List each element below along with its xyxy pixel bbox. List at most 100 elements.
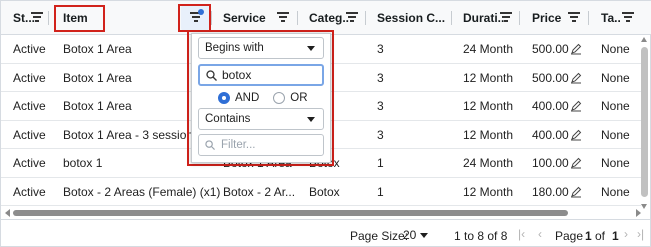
column-separator[interactable]	[588, 11, 589, 25]
edit-pencil-icon[interactable]	[570, 157, 582, 169]
cell-service: Botox - 2 Ar...	[223, 184, 296, 199]
search-icon	[205, 140, 215, 150]
column-separator[interactable]	[365, 11, 366, 25]
scroll-down-arrow-icon[interactable]	[641, 204, 647, 209]
cell-status: Active	[13, 42, 46, 56]
table-row[interactable]: Active Botox - 2 Areas (Female) (x1) Bot…	[1, 178, 641, 206]
cell-price: 400.00	[532, 127, 569, 142]
filter-value-2-input[interactable]: Filter...	[198, 134, 324, 156]
previous-page-icon[interactable]: ‹	[538, 228, 542, 240]
cell-sessions: 3	[377, 42, 384, 56]
edit-pencil-icon[interactable]	[570, 43, 582, 55]
cell-duration: 24 Month	[463, 156, 514, 170]
chevron-down-icon	[307, 46, 315, 51]
horizontal-scroll-thumb[interactable]	[13, 210, 568, 216]
cell-sessions: 1	[377, 156, 384, 170]
cell-status: Active	[13, 70, 46, 85]
edit-pencil-icon[interactable]	[570, 129, 582, 141]
filter-value-2-placeholder: Filter...	[221, 139, 256, 151]
cell-item: botox 1	[63, 156, 103, 170]
chevron-down-icon	[307, 117, 315, 122]
filter-condition-2-select[interactable]: Contains	[198, 108, 324, 130]
chevron-down-icon	[420, 232, 429, 238]
column-menu-icon[interactable]	[277, 12, 289, 22]
cell-duration: 12 Month	[463, 127, 514, 142]
column-menu-icon[interactable]	[500, 12, 512, 22]
column-filter-popup: Begins with botox AND OR Contains Filter…	[191, 33, 331, 163]
column-menu-icon[interactable]	[568, 12, 580, 22]
cell-price: 180.00	[532, 184, 569, 199]
cell-duration: 12 Month	[463, 184, 514, 199]
cell-price: 500.00	[532, 70, 569, 85]
filter-condition-1-select[interactable]: Begins with	[198, 37, 324, 59]
cell-duration: 12 Month	[463, 99, 514, 113]
cell-item: Botox - 2 Areas (Female) (x1)	[63, 184, 221, 199]
vertical-scrollbar[interactable]	[641, 37, 648, 209]
column-separator[interactable]	[48, 11, 49, 25]
cell-price: 500.00	[532, 42, 569, 56]
column-header-tax[interactable]: Ta...	[601, 1, 621, 35]
edit-pencil-icon[interactable]	[570, 186, 582, 198]
filter-condition-2-value: Contains	[205, 113, 251, 125]
pagination-bar: Page Size: 20 1 to 8 of 8 |‹ ‹ Page 1 of…	[1, 219, 651, 247]
column-header-duration[interactable]: Durati...	[463, 1, 505, 35]
page-label: Page	[555, 229, 584, 243]
cell-item: Botox 1 Area - 3 sessions	[63, 127, 200, 142]
cell-category: Botox	[309, 184, 340, 199]
cell-sessions: 3	[377, 127, 384, 142]
or-label: OR	[290, 92, 308, 104]
search-icon	[206, 70, 217, 81]
scroll-up-arrow-icon[interactable]	[641, 37, 647, 42]
cell-item: Botox 1 Area	[63, 70, 132, 85]
and-radio[interactable]	[218, 92, 230, 104]
column-separator[interactable]	[211, 11, 212, 25]
row-range-summary: 1 to 8 of 8	[454, 229, 508, 243]
and-label: AND	[235, 92, 260, 104]
cell-item: Botox 1 Area	[63, 99, 132, 113]
last-page-icon[interactable]: ›|	[637, 228, 644, 240]
column-separator[interactable]	[297, 11, 298, 25]
cell-sessions: 3	[377, 70, 384, 85]
filter-condition-1-value: Begins with	[205, 42, 264, 54]
cell-status: Active	[13, 184, 46, 199]
filter-button-highlight	[178, 4, 211, 32]
cell-status: Active	[13, 156, 46, 170]
cell-tax: None	[601, 184, 630, 199]
filter-value-1-input[interactable]: botox	[198, 64, 324, 86]
cell-tax: None	[601, 127, 630, 142]
horizontal-scrollbar[interactable]	[5, 209, 641, 217]
column-header-price[interactable]: Price	[532, 1, 562, 35]
first-page-icon[interactable]: |‹	[518, 228, 525, 240]
vertical-scroll-thumb[interactable]	[641, 47, 648, 197]
filter-value-1-text: botox	[222, 68, 252, 82]
cell-tax: None	[601, 70, 630, 85]
cell-duration: 24 Month	[463, 42, 514, 56]
page-current: 1	[585, 229, 592, 243]
page-size-select[interactable]: 20	[398, 225, 432, 245]
edit-pencil-icon[interactable]	[570, 72, 582, 84]
cell-sessions: 3	[377, 99, 384, 113]
cell-status: Active	[13, 127, 46, 142]
data-grid: St... Item Service Categ... Session C...…	[0, 0, 651, 247]
column-separator[interactable]	[451, 11, 452, 25]
cell-status: Active	[13, 99, 46, 113]
column-menu-icon[interactable]	[346, 12, 358, 22]
column-header-sessions[interactable]: Session C...	[377, 1, 449, 35]
column-separator[interactable]	[519, 11, 520, 25]
cell-price: 100.00	[532, 156, 569, 170]
or-radio[interactable]	[273, 92, 286, 104]
cell-duration: 12 Month	[463, 70, 514, 85]
column-menu-icon[interactable]	[622, 12, 634, 22]
page-size-value: 20	[403, 228, 417, 242]
cell-tax: None	[601, 99, 630, 113]
edit-pencil-icon[interactable]	[570, 100, 582, 112]
page-total: 1	[612, 229, 619, 243]
cell-tax: None	[601, 156, 630, 170]
column-menu-icon[interactable]	[31, 12, 43, 22]
cell-item: Botox 1 Area	[63, 42, 132, 56]
scroll-right-arrow-icon[interactable]	[636, 209, 641, 217]
cell-sessions: 1	[377, 184, 384, 199]
scroll-left-arrow-icon[interactable]	[5, 209, 10, 217]
next-page-icon[interactable]: ›	[624, 228, 628, 240]
cell-tax: None	[601, 42, 630, 56]
